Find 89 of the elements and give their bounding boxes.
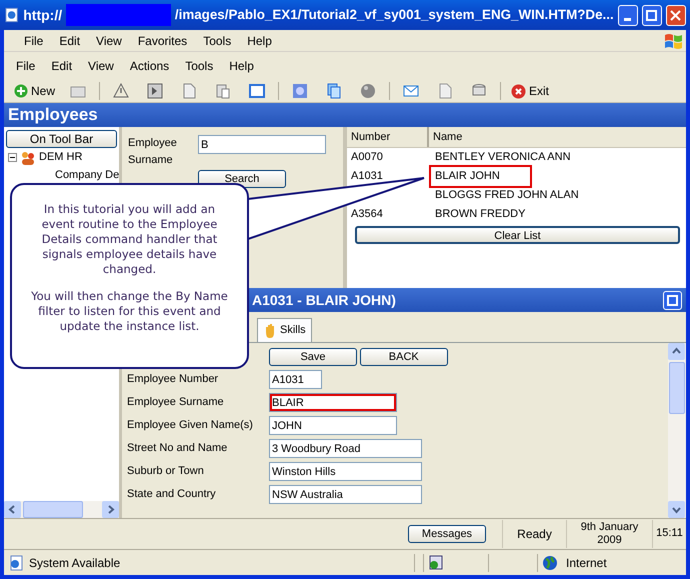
expand-toggle[interactable]	[8, 153, 17, 162]
window-title: /images/Pablo_EX1/Tutorial2_vf_sy001_system_ENG_WIN.HTM?De...	[174, 6, 614, 24]
date-text: 9th January	[580, 520, 638, 534]
table-cell: BLAIR JOHN	[431, 167, 530, 186]
scroll-right-icon[interactable]	[102, 501, 119, 518]
field-label: Suburb or Town	[127, 464, 205, 480]
menu-item[interactable]: View	[88, 32, 130, 50]
table-cell-text: BLOGGS FRED JOHN ALAN	[434, 188, 580, 204]
menu-item[interactable]: Tools	[195, 32, 240, 50]
menu-item[interactable]: File	[8, 57, 44, 75]
warning-icon[interactable]	[113, 83, 130, 99]
close-icon	[511, 84, 526, 98]
scroll-left-icon[interactable]	[4, 501, 21, 518]
vertical-scrollbar[interactable]	[668, 343, 686, 518]
people-icon	[20, 150, 36, 166]
minimize-icon	[624, 18, 632, 20]
text-field[interactable]: 3 Woodbury Road	[269, 439, 422, 458]
exit-button[interactable]: Exit	[505, 80, 556, 102]
status-text: Ready	[502, 520, 566, 548]
callout-text: You will then change the By Name filter to listen for this event and update the instance list.	[30, 288, 229, 334]
window-icon[interactable]	[249, 83, 266, 99]
mail-icon[interactable]	[403, 83, 420, 99]
scroll-up-icon[interactable]	[668, 343, 685, 360]
menu-item[interactable]: File	[16, 32, 52, 50]
status-text: System Available	[29, 554, 122, 572]
sphere-icon[interactable]	[360, 83, 376, 99]
table-cell-text: A1031	[350, 170, 384, 182]
callout-text: In this tutorial you will add an event routine to the Employee Details command handler that signals employee details have changed.	[40, 202, 218, 277]
copy-icon[interactable]	[326, 83, 342, 99]
tab[interactable]: Skills	[257, 318, 312, 342]
save-button[interactable]: BACK	[360, 348, 448, 366]
new-button[interactable]: New	[8, 80, 62, 102]
table-cell-text: BENTLEY VERONICA ANN	[434, 150, 572, 166]
text-field[interactable]: NSW Australia	[269, 485, 422, 504]
minus-icon	[8, 153, 17, 162]
clear-list-button[interactable]: Clear List	[355, 226, 680, 244]
document-icon[interactable]	[437, 83, 454, 99]
menu-item[interactable]: Favorites	[130, 32, 196, 50]
tree-item[interactable]: Company De	[55, 167, 120, 184]
time-text: 15:11	[652, 520, 686, 548]
menu-item[interactable]: Edit	[43, 57, 80, 75]
minimize-button[interactable]	[618, 4, 638, 26]
table-cell-text: A0070	[350, 151, 384, 164]
field-label: Employee Number	[127, 372, 220, 388]
table-cell-text: A3564	[350, 208, 384, 220]
document-edit-icon[interactable]	[181, 83, 198, 99]
page-icon	[8, 554, 24, 570]
globe-icon	[542, 554, 558, 570]
menu-item[interactable]: Help	[239, 32, 280, 50]
text-field[interactable]: A1031	[269, 370, 322, 389]
surname-search-field[interactable]: B	[198, 135, 326, 154]
maximize-icon	[646, 10, 658, 20]
menu-item[interactable]: Tools	[177, 57, 222, 75]
menu-item[interactable]: Actions	[122, 57, 178, 75]
maximize-button[interactable]	[642, 4, 662, 26]
text-field[interactable]: BLAIR	[269, 393, 397, 412]
field-label: Employee Surname	[127, 395, 225, 410]
scroll-down-icon[interactable]	[668, 501, 685, 518]
text-field[interactable]: JOHN	[269, 416, 397, 435]
field-label: State and Country	[127, 487, 217, 502]
messages-button[interactable]: Messages	[408, 525, 486, 543]
maximize-button[interactable]	[663, 290, 682, 310]
column-header[interactable]: Name	[429, 127, 686, 147]
panel-title: A1031 - BLAIR JOHN)	[252, 290, 396, 310]
window-title-prefix: http://	[23, 6, 62, 25]
zone-text: Internet	[566, 554, 608, 572]
maximize-icon	[667, 294, 678, 306]
plus-icon	[14, 84, 28, 98]
browser-page-icon	[4, 7, 20, 23]
close-icon	[670, 10, 682, 20]
date-text: 2009	[597, 534, 622, 548]
tree-item[interactable]: DEM HR	[39, 149, 82, 166]
menu-item[interactable]: Help	[221, 57, 262, 75]
clipboard-icon[interactable]	[215, 83, 232, 99]
menu-item[interactable]: View	[80, 57, 122, 75]
menu-item[interactable]: Edit	[51, 32, 88, 50]
horizontal-scrollbar[interactable]	[4, 501, 119, 518]
field-label: Employee Given Name(s)	[127, 418, 254, 434]
section-header: Employees	[4, 103, 686, 127]
table-cell-text: BROWN FREDDY	[434, 207, 526, 222]
column-header[interactable]: Number	[347, 127, 429, 147]
hand-icon	[263, 322, 277, 338]
media-step-icon[interactable]	[147, 83, 164, 99]
save-button[interactable]: Save	[269, 348, 357, 366]
field-label: Street No and Name	[127, 441, 228, 456]
close-button[interactable]	[666, 4, 686, 26]
on-tool-bar-button[interactable]: On Tool Bar	[6, 130, 117, 148]
field-label: Employee Surname	[128, 136, 178, 168]
text-field[interactable]: Winston Hills	[269, 462, 422, 481]
